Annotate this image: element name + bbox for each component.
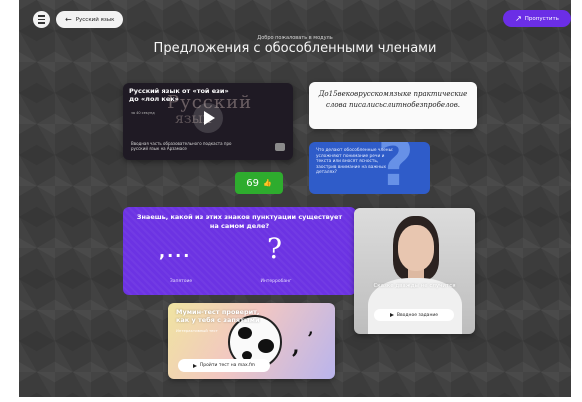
page-title: Предложения с обособленными членами [153,41,437,56]
thumbs-up-icon: 👍 [263,179,272,187]
punctuation-quiz-card: Знаешь, какой из этих знаков пунктуации … [123,207,356,295]
intro-task-caption: Сказке дважды не случится [373,283,456,289]
video-description: Вводная часть образовательного подкаста … [131,141,232,151]
skip-button-label: Пропустить [524,15,559,22]
comma-decoration: , [308,319,314,338]
meme-test-button-label: Пройти тест на max.fm [199,363,256,368]
skip-button[interactable]: ↗ Пропустить [503,10,571,27]
meme-test-card[interactable]: , , Мумин-тест проверит, как у тебя с за… [168,303,335,379]
back-button-label: Русский язык [75,16,115,23]
menu-button[interactable] [33,11,50,28]
meme-test-title: Мумин-тест проверит, как у тебя с запяты… [176,308,260,324]
intro-task-card[interactable]: Сказке дважды не случится Вводное задани… [354,208,475,334]
punctuation-option-1-mark[interactable]: ,... [159,242,191,261]
video-badge [275,143,285,151]
play-triangle [204,111,215,125]
video-subtitle: за 40 секунд [131,111,155,115]
play-icon [389,313,394,317]
question-card[interactable]: ? Что делают обособленные члены: усложня… [309,142,430,194]
illustration-spot [258,339,274,353]
punctuation-option-2-label[interactable]: Интерробанг [241,279,311,284]
menu-icon-line [38,22,45,24]
punctuation-question: Знаешь, какой из этих знаков пунктуации … [136,213,343,230]
meme-test-subtitle: Интерактивный тест [176,328,218,333]
fact-text: До15вековрусскомязыке практическиеслова … [318,90,468,109]
question-text: Что делают обособленные члены: усложняют… [316,148,394,176]
menu-icon-line [38,15,45,17]
back-button[interactable]: ← Русский язык [56,11,124,28]
likes-count: 69 [246,177,259,189]
portrait-face [398,225,434,271]
intro-task-button[interactable]: Вводное задание [374,309,454,321]
punctuation-option-2-mark[interactable]: ? [267,234,282,264]
video-card[interactable]: Русский язык Русский язык от «той ези» д… [123,83,293,160]
punctuation-option-1-label[interactable]: Запятоие [151,279,211,284]
intro-task-button-label: Вводное задание [396,312,439,318]
menu-icon-line [38,18,45,21]
video-title: Русский язык от «той ези» до «лол кек» [129,87,229,103]
skip-arrow-icon: ↗ [515,13,522,23]
fact-card[interactable]: До15вековрусскомязыке практическиеслова … [309,82,477,129]
module-page: ← Русский язык ↗ Пропустить Добро пожало… [19,0,571,397]
likes-button[interactable]: 69 👍 [235,172,283,194]
play-icon[interactable] [193,103,223,133]
meme-test-button[interactable]: Пройти тест на max.fm [178,359,270,372]
arrow-left-icon: ← [65,14,72,24]
play-icon [192,363,197,368]
comma-decoration: , [292,333,300,359]
